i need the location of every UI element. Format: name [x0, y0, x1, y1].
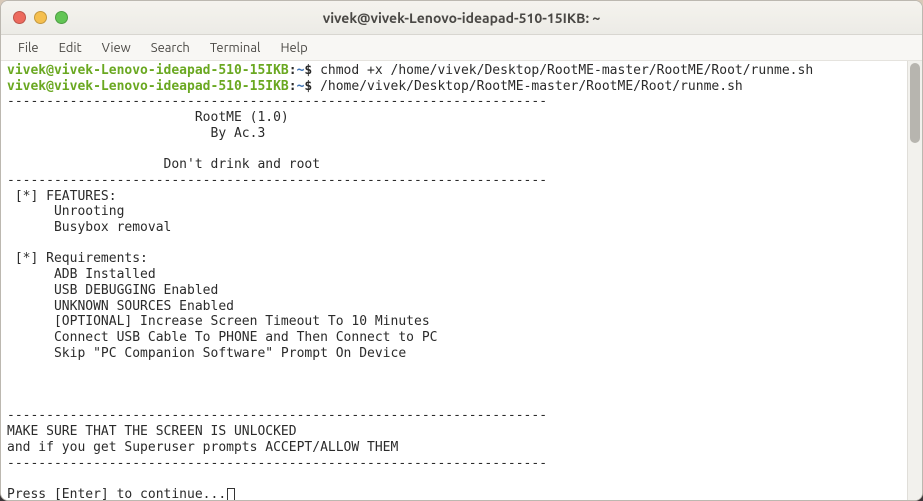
menubar: File Edit View Search Terminal Help	[1, 35, 922, 61]
menu-help[interactable]: Help	[271, 38, 316, 58]
terminal-output[interactable]: vivek@vivek-Lenovo-ideapad-510-15IKB:~$ …	[1, 61, 907, 500]
output-line: ----------------------------------------…	[7, 408, 547, 423]
output-line: RootME (1.0)	[7, 110, 289, 125]
command-2: /home/vivek/Desktop/RootME-master/RootME…	[320, 79, 743, 94]
prompt-sep: :	[289, 63, 297, 78]
scrollbar[interactable]	[907, 61, 922, 500]
menu-terminal[interactable]: Terminal	[201, 38, 270, 58]
output-line: [*] Requirements:	[7, 251, 148, 266]
output-line: Unrooting	[7, 204, 124, 219]
close-icon[interactable]	[13, 11, 26, 24]
output-line: By Ac.3	[7, 126, 265, 141]
cursor-icon	[227, 488, 235, 500]
output-line: [*] FEATURES:	[7, 189, 117, 204]
output-line: [OPTIONAL] Increase Screen Timeout To 10…	[7, 314, 430, 329]
menu-file[interactable]: File	[9, 38, 48, 58]
command-1: chmod +x /home/vivek/Desktop/RootME-mast…	[320, 63, 813, 78]
output-line: MAKE SURE THAT THE SCREEN IS UNLOCKED	[7, 424, 297, 439]
prompt-symbol: $	[304, 63, 312, 78]
terminal-window: vivek@vivek-Lenovo-ideapad-510-15IKB: ~ …	[0, 0, 923, 501]
output-line: ----------------------------------------…	[7, 94, 547, 109]
window-controls	[1, 11, 68, 24]
prompt-user: vivek@vivek-Lenovo-ideapad-510-15IKB	[7, 63, 289, 78]
window-title: vivek@vivek-Lenovo-ideapad-510-15IKB: ~	[1, 10, 922, 26]
output-line: Don't drink and root	[7, 157, 320, 172]
output-line: ADB Installed	[7, 267, 156, 282]
titlebar[interactable]: vivek@vivek-Lenovo-ideapad-510-15IKB: ~	[1, 1, 922, 35]
output-line: Busybox removal	[7, 220, 171, 235]
scroll-thumb[interactable]	[910, 63, 920, 143]
prompt-symbol: $	[304, 79, 312, 94]
output-line: Connect USB Cable To PHONE and Then Conn…	[7, 330, 437, 345]
maximize-icon[interactable]	[55, 11, 68, 24]
minimize-icon[interactable]	[34, 11, 47, 24]
menu-search[interactable]: Search	[142, 38, 199, 58]
output-line: ----------------------------------------…	[7, 456, 547, 471]
menu-view[interactable]: View	[93, 38, 140, 58]
prompt-sep: :	[289, 79, 297, 94]
press-enter-prompt: Press [Enter] to continue...	[7, 487, 226, 500]
menu-edit[interactable]: Edit	[50, 38, 91, 58]
output-line: UNKNOWN SOURCES Enabled	[7, 299, 234, 314]
terminal-area: vivek@vivek-Lenovo-ideapad-510-15IKB:~$ …	[1, 61, 922, 500]
output-line: ----------------------------------------…	[7, 173, 547, 188]
output-line: USB DEBUGGING Enabled	[7, 283, 218, 298]
output-line: Skip "PC Companion Software" Prompt On D…	[7, 346, 406, 361]
output-line: and if you get Superuser prompts ACCEPT/…	[7, 440, 398, 455]
prompt-user: vivek@vivek-Lenovo-ideapad-510-15IKB	[7, 79, 289, 94]
